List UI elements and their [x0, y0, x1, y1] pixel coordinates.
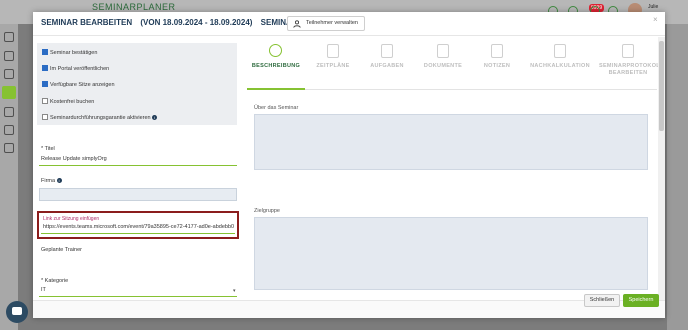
target-group-label: Zielgruppe — [254, 208, 280, 214]
info-icon[interactable]: i — [56, 178, 62, 184]
tab-description[interactable]: BESCHREIBUNG — [247, 39, 305, 89]
checkbox-box[interactable] — [42, 48, 48, 55]
tab-documents[interactable]: DOKUMENTE — [415, 39, 471, 89]
checkbox-free-booking[interactable]: Kostenfrei buchen — [42, 97, 94, 107]
company-label-text: Firma — [41, 178, 56, 184]
tab-label: ZEITPLÄNE — [316, 63, 350, 69]
trainer-field-label: Geplante Trainer — [41, 247, 82, 253]
chat-bubble-icon[interactable] — [6, 301, 28, 323]
app-title: SEMINARPLANER — [92, 2, 176, 12]
title-main: SEMINAR BEARBEITEN — [41, 18, 133, 27]
checkbox-confirm-seminar[interactable]: Seminar bestätigen — [42, 48, 97, 58]
tab-label: NACHKALKULATION — [530, 63, 590, 69]
checkbox-label: Im Portal veröffentlichen — [50, 66, 110, 72]
checkbox-show-seats[interactable]: Verfügbare Sitze anzeigen — [42, 80, 115, 90]
title-field[interactable]: Release Update simplyOrg — [41, 156, 107, 162]
tab-label: AUFGABEN — [370, 63, 404, 69]
checkbox-box[interactable] — [42, 80, 48, 87]
scrollbar-thumb[interactable] — [659, 41, 664, 131]
calendar-icon[interactable] — [2, 86, 16, 99]
left-form-column: Seminar bestätigen Im Portal veröffentli… — [33, 37, 244, 300]
dialog-footer — [33, 300, 665, 318]
chart-icon[interactable] — [4, 143, 14, 153]
user-name: Julie — [648, 4, 659, 10]
megaphone-icon[interactable] — [4, 107, 14, 117]
dialog-scrollbar[interactable] — [658, 37, 665, 300]
session-link-label: Link zur Sitzung einfügen — [43, 216, 100, 222]
title-date-range: (VON 18.09.2024 - 18.09.2024) — [140, 18, 253, 27]
edit-seminar-dialog: SEMINAR BEARBEITEN (VON 18.09.2024 - 18.… — [33, 12, 665, 318]
title-field-underline — [39, 165, 237, 166]
session-link-underline — [41, 233, 235, 234]
checkbox-guarantee[interactable]: Seminardurchführungsgarantie aktivieren … — [42, 113, 158, 123]
copy-icon — [327, 44, 339, 58]
category-select[interactable]: IT — [41, 287, 46, 293]
folder-icon — [381, 44, 393, 58]
notes-icon — [491, 44, 503, 58]
info-circle-icon — [269, 44, 282, 57]
grid-icon[interactable] — [4, 51, 14, 61]
category-field-label: * Kategorie — [41, 278, 69, 284]
user-icon — [293, 20, 301, 28]
app-right-panel — [667, 24, 688, 330]
checkbox-label: Kostenfrei buchen — [50, 99, 95, 105]
tab-seminar-protocols[interactable]: SEMINARPROTOKOLLE BEARBEITEN — [599, 39, 665, 89]
close-icon[interactable]: × — [653, 15, 658, 24]
dialog-header: SEMINAR BEARBEITEN (VON 18.09.2024 - 18.… — [33, 12, 665, 36]
app-sidebar — [0, 24, 18, 330]
checkbox-box[interactable] — [42, 97, 48, 104]
tab-notes[interactable]: NOTIZEN — [473, 39, 521, 89]
dashboard-icon[interactable] — [4, 32, 14, 42]
target-group-editor[interactable] — [254, 217, 648, 290]
options-panel: Seminar bestätigen Im Portal veröffentli… — [37, 43, 237, 125]
save-button[interactable]: Speichern — [623, 294, 659, 307]
close-button[interactable]: Schließen — [584, 294, 620, 307]
calendar-icon — [437, 44, 449, 58]
session-link-field[interactable]: https://events.teams.microsoft.com/event… — [43, 224, 234, 230]
building-icon[interactable] — [4, 69, 14, 79]
manage-participants-label: Teilnehmer verwalten — [306, 20, 358, 26]
document-icon — [622, 44, 634, 58]
image-icon — [554, 44, 566, 58]
checkbox-publish-portal[interactable]: Im Portal veröffentlichen — [42, 64, 109, 74]
checkbox-box[interactable] — [42, 64, 48, 71]
checkbox-label: Seminardurchführungsgarantie aktivieren — [50, 115, 151, 121]
company-field[interactable] — [39, 188, 237, 201]
tab-bar: BESCHREIBUNG ZEITPLÄNE AUFGABEN DOKUMENT… — [247, 39, 665, 89]
book-icon[interactable] — [4, 125, 14, 135]
chevron-down-icon[interactable]: ▾ — [233, 288, 236, 294]
tab-active-indicator — [247, 88, 305, 90]
tab-label: BESCHREIBUNG — [251, 63, 301, 69]
tab-post-calculation[interactable]: NACHKALKULATION — [523, 39, 597, 89]
session-link-highlight: Link zur Sitzung einfügen https://events… — [37, 211, 239, 239]
checkbox-label: Verfügbare Sitze anzeigen — [50, 82, 115, 88]
tab-label: SEMINARPROTOKOLLE BEARBEITEN — [599, 63, 665, 76]
about-seminar-label: Über das Seminar — [254, 105, 299, 111]
about-seminar-editor[interactable] — [254, 114, 648, 170]
info-icon[interactable]: i — [152, 115, 158, 121]
tab-schedules[interactable]: ZEITPLÄNE — [307, 39, 359, 89]
tab-tasks[interactable]: AUFGABEN — [361, 39, 413, 89]
checkbox-box[interactable] — [42, 113, 48, 120]
tab-divider — [247, 89, 657, 90]
checkbox-label: Seminar bestätigen — [50, 50, 98, 56]
category-underline — [39, 296, 237, 297]
manage-participants-button[interactable]: Teilnehmer verwalten — [287, 16, 365, 31]
tab-label: DOKUMENTE — [423, 63, 463, 69]
tab-label: NOTIZEN — [483, 63, 511, 69]
title-field-label: * Titel — [41, 146, 55, 152]
company-field-label: Firma i — [41, 178, 62, 184]
